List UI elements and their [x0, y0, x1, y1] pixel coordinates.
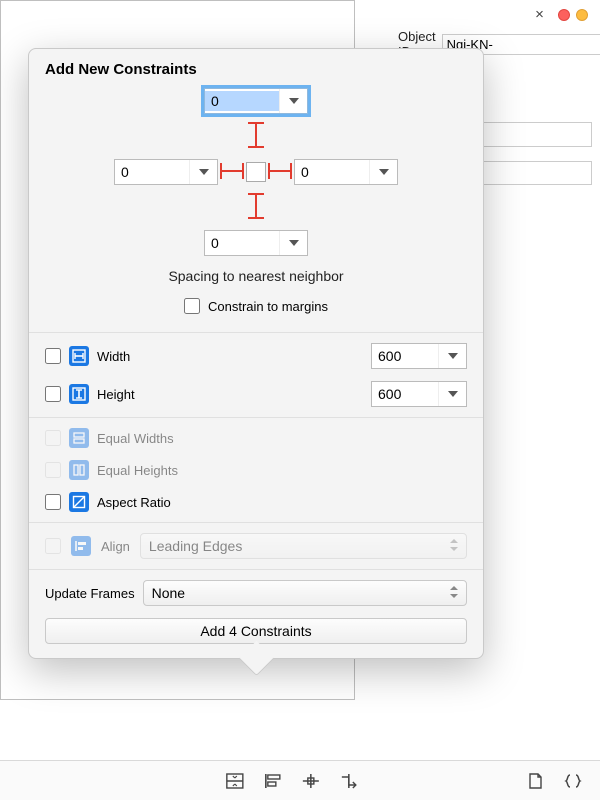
equal-widths-row: Equal Widths — [29, 422, 483, 454]
aspect-ratio-row: Aspect Ratio — [29, 486, 483, 518]
equal-widths-checkbox — [45, 430, 61, 446]
height-icon — [69, 384, 89, 404]
align-checkbox — [45, 538, 61, 554]
updown-icon — [450, 538, 458, 554]
bottom-strut-icon[interactable] — [245, 191, 267, 224]
top-spacing-input[interactable] — [205, 91, 279, 111]
dropdown-caret-icon[interactable] — [279, 89, 307, 113]
updown-icon — [450, 585, 458, 601]
align-value: Leading Edges — [149, 538, 242, 554]
height-label: Height — [97, 387, 135, 402]
height-value-combo[interactable] — [371, 381, 467, 407]
separator — [29, 417, 483, 418]
dropdown-caret-icon[interactable] — [438, 382, 466, 406]
right-strut-icon[interactable] — [266, 160, 294, 185]
resolve-tool-icon[interactable] — [338, 770, 360, 792]
traffic-red[interactable] — [558, 9, 570, 21]
left-strut-icon[interactable] — [218, 160, 246, 185]
width-value-combo[interactable] — [371, 343, 467, 369]
stack-tool-icon[interactable] — [224, 770, 246, 792]
dropdown-caret-icon[interactable] — [438, 344, 466, 368]
update-frames-popup[interactable]: None — [143, 580, 467, 606]
constrain-margins-label: Constrain to margins — [208, 299, 328, 314]
width-icon — [69, 346, 89, 366]
separator — [29, 569, 483, 570]
constraints-popover: Add New Constraints — [28, 48, 484, 659]
width-checkbox[interactable] — [45, 348, 61, 364]
width-value-input[interactable] — [372, 344, 438, 368]
align-row: Align Leading Edges — [29, 527, 483, 565]
width-label: Width — [97, 349, 130, 364]
align-icon — [71, 536, 91, 556]
width-row: Width — [29, 337, 483, 375]
constrain-margins-checkbox[interactable] — [184, 298, 200, 314]
align-popup: Leading Edges — [140, 533, 467, 559]
aspect-ratio-icon — [69, 492, 89, 512]
spacing-caption: Spacing to nearest neighbor — [168, 262, 343, 286]
popover-title: Add New Constraints — [29, 61, 483, 88]
aspect-ratio-checkbox[interactable] — [45, 494, 61, 510]
dropdown-caret-icon[interactable] — [189, 160, 217, 184]
equal-widths-label: Equal Widths — [97, 431, 174, 446]
canvas-bottom-toolbar — [0, 760, 600, 800]
height-value-input[interactable] — [372, 382, 438, 406]
update-frames-value: None — [152, 585, 185, 601]
panel-close-x[interactable]: × — [535, 6, 544, 23]
left-spacing-combo[interactable] — [114, 159, 218, 185]
bottom-spacing-input[interactable] — [205, 233, 279, 253]
top-strut-icon[interactable] — [245, 120, 267, 153]
dropdown-caret-icon[interactable] — [369, 160, 397, 184]
align-tool-icon[interactable] — [262, 770, 284, 792]
traffic-yellow[interactable] — [576, 9, 588, 21]
equal-heights-row: Equal Heights — [29, 454, 483, 486]
spacing-block: Spacing to nearest neighbor Constrain to… — [29, 88, 483, 328]
equal-heights-checkbox — [45, 462, 61, 478]
pin-tool-icon[interactable] — [300, 770, 322, 792]
bottom-spacing-combo[interactable] — [204, 230, 308, 256]
window-traffic-lights — [558, 9, 588, 21]
right-spacing-input[interactable] — [295, 162, 369, 182]
top-spacing-combo[interactable] — [204, 88, 308, 114]
add-constraints-button[interactable]: Add 4 Constraints — [45, 618, 467, 644]
align-label: Align — [101, 539, 130, 554]
separator — [29, 332, 483, 333]
aspect-ratio-label: Aspect Ratio — [97, 495, 171, 510]
dropdown-caret-icon[interactable] — [279, 231, 307, 255]
left-spacing-input[interactable] — [115, 162, 189, 182]
height-checkbox[interactable] — [45, 386, 61, 402]
right-spacing-combo[interactable] — [294, 159, 398, 185]
code-braces-icon[interactable] — [562, 770, 584, 792]
equal-heights-label: Equal Heights — [97, 463, 178, 478]
add-constraints-label: Add 4 Constraints — [200, 623, 311, 639]
equal-heights-icon — [69, 460, 89, 480]
separator — [29, 522, 483, 523]
center-view-icon — [246, 162, 266, 182]
height-row: Height — [29, 375, 483, 413]
update-frames-row: Update Frames None — [29, 574, 483, 612]
update-frames-label: Update Frames — [45, 586, 135, 601]
equal-widths-icon — [69, 428, 89, 448]
document-outline-icon[interactable] — [524, 770, 546, 792]
